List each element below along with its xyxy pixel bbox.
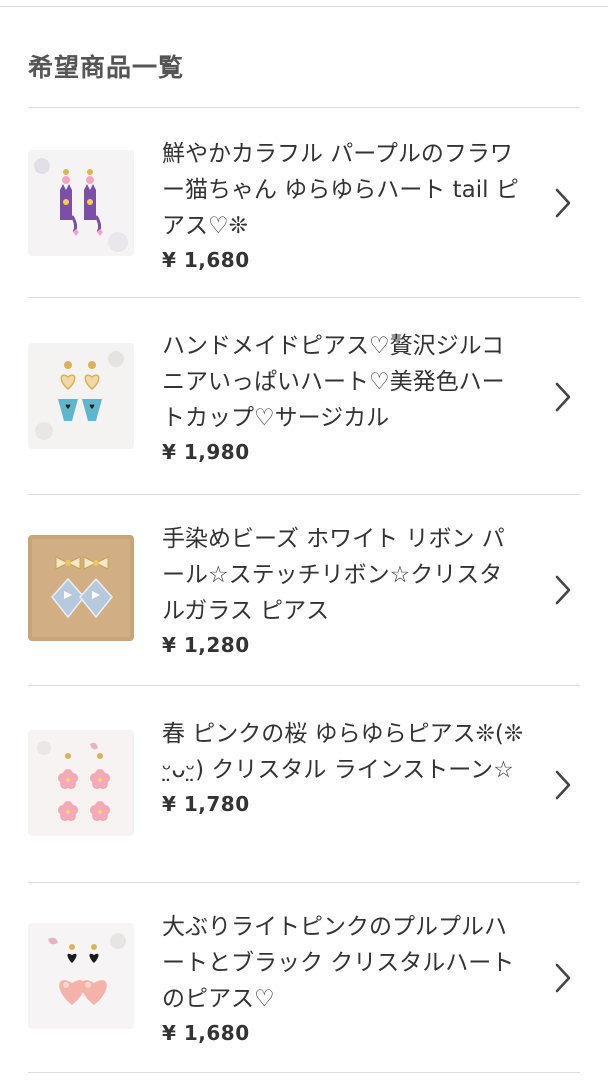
item-price: ¥ 1,680 bbox=[162, 1021, 250, 1045]
item-price: ¥ 1,780 bbox=[162, 792, 250, 816]
item-info: 手染めビーズ ホワイト リボン パール☆ステッチリボン☆クリスタルガラス ピアス… bbox=[162, 521, 524, 657]
section-title: 希望商品一覧 bbox=[28, 53, 185, 82]
item-price: ¥ 1,680 bbox=[162, 248, 250, 272]
list-item[interactable]: 鮮やかカラフル パープルのフラワー猫ちゃん ゆらゆらハート tail ピアス♡❊… bbox=[28, 107, 580, 297]
list-item[interactable]: ハンドメイドピアス♡贅沢ジルコニアいっぱいハート♡美発色ハートカップ♡サージカル… bbox=[28, 297, 580, 494]
item-name: 春 ピンクの桜 ゆらゆらピアス❊(❊ᵕ̤ᴗᵕ̤) クリスタル ラインストーン☆ bbox=[162, 721, 524, 783]
item-info: 大ぶりライトピンクのプルプルハートとブラック クリスタルハートのピアス♡ ¥ 1… bbox=[162, 909, 524, 1045]
item-info: 鮮やかカラフル パープルのフラワー猫ちゃん ゆらゆらハート tail ピアス♡❊… bbox=[162, 136, 524, 272]
list-item[interactable]: 春 ピンクの桜 ゆらゆらピアス❊(❊ᵕ̤ᴗᵕ̤) クリスタル ラインストーン☆ … bbox=[28, 685, 580, 882]
item-name: 大ぶりライトピンクのプルプルハートとブラック クリスタルハートのピアス♡ bbox=[162, 914, 515, 1012]
list-item[interactable]: 手染めビーズ ホワイト リボン パール☆ステッチリボン☆クリスタルガラス ピアス… bbox=[28, 494, 580, 685]
chevron-right-icon[interactable] bbox=[552, 186, 574, 220]
item-name: 鮮やかカラフル パープルのフラワー猫ちゃん ゆらゆらハート tail ピアス♡❊ bbox=[162, 141, 519, 239]
top-divider bbox=[0, 6, 608, 7]
chevron-right-icon[interactable] bbox=[552, 768, 574, 802]
list-item[interactable]: 大ぶりライトピンクのプルプルハートとブラック クリスタルハートのピアス♡ ¥ 1… bbox=[28, 882, 580, 1073]
chevron-right-icon[interactable] bbox=[552, 961, 574, 995]
item-info: 春 ピンクの桜 ゆらゆらピアス❊(❊ᵕ̤ᴗᵕ̤) クリスタル ラインストーン☆ … bbox=[162, 716, 524, 816]
item-price: ¥ 1,280 bbox=[162, 633, 250, 657]
product-thumbnail bbox=[28, 150, 134, 256]
product-thumbnail bbox=[28, 535, 134, 641]
chevron-right-icon[interactable] bbox=[552, 380, 574, 414]
wishlist: 鮮やかカラフル パープルのフラワー猫ちゃん ゆらゆらハート tail ピアス♡❊… bbox=[28, 107, 580, 1073]
chevron-right-icon[interactable] bbox=[552, 573, 574, 607]
item-info: ハンドメイドピアス♡贅沢ジルコニアいっぱいハート♡美発色ハートカップ♡サージカル… bbox=[162, 328, 524, 464]
product-thumbnail bbox=[28, 343, 134, 449]
item-price: ¥ 1,980 bbox=[162, 440, 250, 464]
product-thumbnail bbox=[28, 923, 134, 1029]
product-thumbnail bbox=[28, 730, 134, 836]
item-name: 手染めビーズ ホワイト リボン パール☆ステッチリボン☆クリスタルガラス ピアス bbox=[162, 526, 505, 624]
item-name: ハンドメイドピアス♡贅沢ジルコニアいっぱいハート♡美発色ハートカップ♡サージカル bbox=[162, 333, 505, 431]
